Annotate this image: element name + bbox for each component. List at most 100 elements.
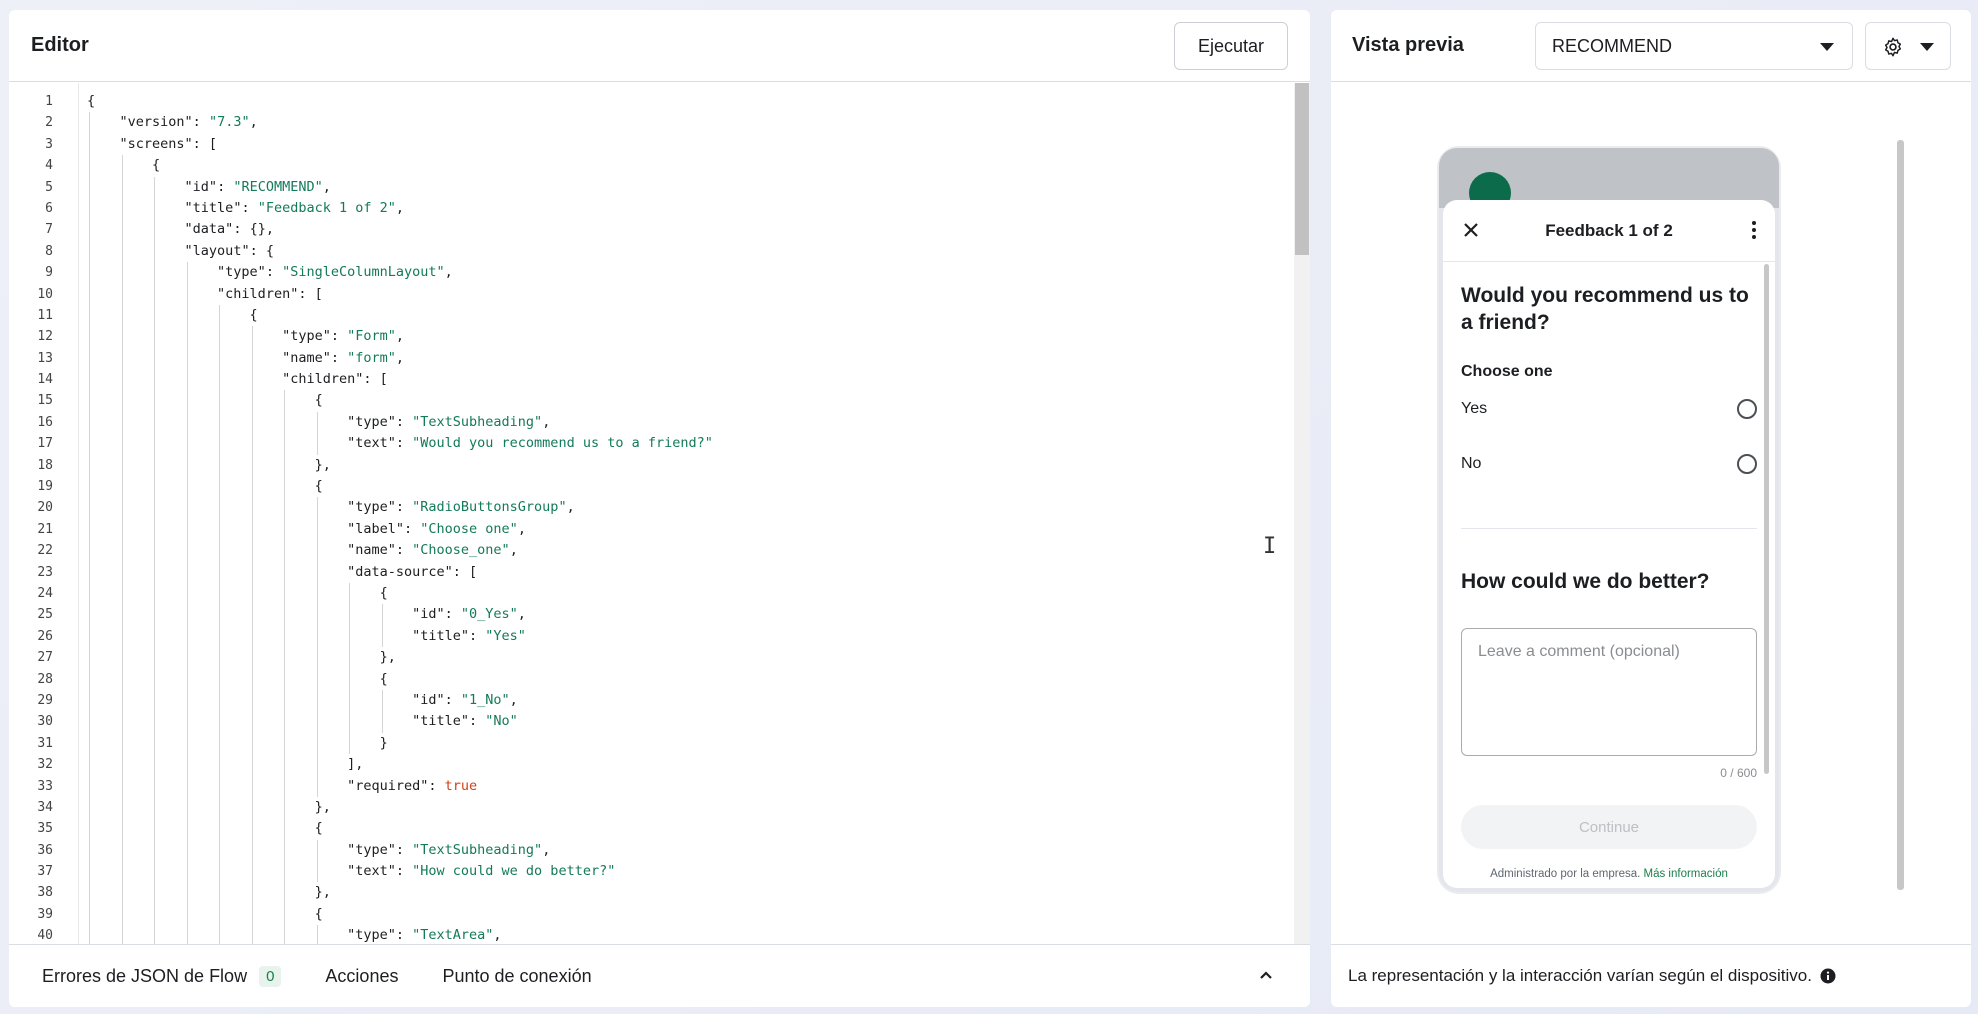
code-line[interactable]: 16 "type": "TextSubheading", [9, 411, 1294, 434]
indent-guide [186, 925, 188, 944]
code-line[interactable]: 34 }, [9, 796, 1294, 819]
radio-option-no[interactable]: No [1461, 451, 1757, 481]
code-line[interactable]: 22 "name": "Choose_one", [9, 540, 1294, 562]
indent-guide [121, 540, 123, 562]
info-icon[interactable] [1820, 968, 1836, 984]
chevron-up-icon[interactable] [1256, 965, 1276, 985]
tab-json-errors[interactable]: Errores de JSON de Flow 0 [42, 965, 282, 987]
code-line[interactable]: 38 }, [9, 882, 1294, 904]
code-line[interactable]: 4 { [9, 155, 1294, 177]
indent-guide [251, 839, 253, 862]
comment-textarea[interactable]: Leave a comment (opcional) [1461, 628, 1757, 756]
code-line[interactable]: 3 "screens": [ [9, 133, 1294, 156]
radio-button[interactable] [1737, 454, 1757, 474]
line-text: "name": "Choose_one", [347, 542, 518, 559]
code-line[interactable]: 12 "type": "Form", [9, 326, 1294, 348]
indent-guide [186, 775, 188, 797]
continue-button[interactable]: Continue [1461, 805, 1757, 849]
code-line[interactable]: 30 "title": "No" [9, 711, 1294, 733]
code-line[interactable]: 23 "data-source": [ [9, 561, 1294, 583]
line-text: "id": "RECOMMEND", [184, 178, 331, 195]
indent-guide [89, 582, 90, 605]
indent-guide [251, 540, 253, 562]
editor-scrollbar[interactable] [1294, 83, 1310, 944]
indent-guide [186, 882, 188, 904]
indent-guide [219, 390, 221, 412]
code-line[interactable]: 27 }, [9, 647, 1294, 669]
indent-guide [316, 433, 318, 455]
indent-guide [121, 689, 123, 712]
tab-endpoint[interactable]: Punto de conexión [442, 966, 591, 987]
code-editor[interactable]: 1{2 "version": "7.3", 3 "screens": [4 {5 … [9, 83, 1310, 944]
indent-guide [154, 497, 156, 519]
code-line[interactable]: 35 { [9, 818, 1294, 840]
code-line[interactable]: 37 "text": "How could we do better?" [9, 861, 1294, 883]
sheet-scrollbar[interactable] [1764, 264, 1769, 774]
run-button[interactable]: Ejecutar [1174, 22, 1288, 70]
code-line[interactable]: 7 "data": {}, [9, 219, 1294, 241]
code-line[interactable]: 11 { [9, 304, 1294, 327]
indent-guide [154, 369, 156, 391]
code-line[interactable]: 5 "id": "RECOMMEND", [9, 176, 1294, 198]
line-number: 12 [37, 329, 53, 345]
indent-guide [154, 925, 156, 944]
code-line[interactable]: 14 "children": [ [9, 369, 1294, 391]
indent-guide [89, 754, 90, 776]
indent-guide [284, 861, 286, 883]
radio-button[interactable] [1737, 399, 1757, 419]
more-vertical-icon[interactable] [1751, 220, 1757, 240]
line-number: 19 [37, 479, 53, 495]
indent-guide [219, 625, 221, 648]
code-line[interactable]: 10 "children": [ [9, 283, 1294, 305]
indent-guide [154, 903, 156, 926]
code-line[interactable]: 20 "type": "RadioButtonsGroup", [9, 497, 1294, 519]
code-line[interactable]: 9 "type": "SingleColumnLayout", [9, 262, 1294, 284]
line-number: 13 [37, 350, 53, 366]
indent-guide [186, 518, 188, 541]
code-line[interactable]: 13 "name": "form", [9, 347, 1294, 370]
code-line[interactable]: 28 { [9, 668, 1294, 690]
indent-guide [284, 497, 286, 519]
code-line[interactable]: 31 } [9, 732, 1294, 755]
indent-guide [251, 732, 253, 755]
more-info-link[interactable]: Más información [1644, 868, 1728, 880]
code-line[interactable]: 21 "label": "Choose one", [9, 518, 1294, 541]
code-line[interactable]: 19 { [9, 476, 1294, 498]
code-line[interactable]: 24 { [9, 582, 1294, 605]
line-number: 18 [37, 457, 53, 473]
line-number: 21 [37, 521, 53, 537]
editor-scroll-thumb[interactable] [1295, 83, 1309, 255]
indent-guide [154, 625, 156, 648]
code-line[interactable]: 26 "title": "Yes" [9, 625, 1294, 648]
code-line[interactable]: 33 "required": true [9, 775, 1294, 797]
indent-guide [316, 689, 318, 712]
indent-guide [121, 625, 123, 648]
code-line[interactable]: 6 "title": "Feedback 1 of 2", [9, 197, 1294, 220]
indent-guide [284, 711, 286, 733]
close-icon[interactable] [1462, 221, 1480, 239]
code-line[interactable]: 8 "layout": { [9, 240, 1294, 263]
code-line[interactable]: 15 { [9, 390, 1294, 412]
code-lines[interactable]: 1{2 "version": "7.3", 3 "screens": [4 {5 … [9, 91, 1294, 944]
code-line[interactable]: 2 "version": "7.3", [9, 112, 1294, 134]
code-line[interactable]: 40 "type": "TextArea", [9, 925, 1294, 944]
code-line[interactable]: 29 "id": "1_No", [9, 689, 1294, 712]
preview-scrollbar[interactable] [1897, 140, 1904, 890]
code-line[interactable]: 18 }, [9, 454, 1294, 477]
line-number: 36 [37, 842, 53, 858]
screen-select[interactable]: RECOMMEND [1535, 22, 1853, 70]
settings-button[interactable] [1865, 22, 1951, 70]
tab-actions[interactable]: Acciones [325, 966, 398, 987]
line-number: 1 [45, 94, 53, 109]
indent-guide [121, 925, 123, 944]
code-line[interactable]: 1{ [9, 91, 1294, 112]
code-line[interactable]: 36 "type": "TextSubheading", [9, 839, 1294, 862]
indent-guide [121, 732, 123, 755]
indent-guide [186, 411, 188, 434]
code-line[interactable]: 25 "id": "0_Yes", [9, 604, 1294, 626]
indent-guide [284, 625, 286, 648]
code-line[interactable]: 39 { [9, 903, 1294, 926]
code-line[interactable]: 32 ], [9, 754, 1294, 776]
radio-option-yes[interactable]: Yes [1461, 396, 1757, 426]
code-line[interactable]: 17 "text": "Would you recommend us to a … [9, 433, 1294, 455]
